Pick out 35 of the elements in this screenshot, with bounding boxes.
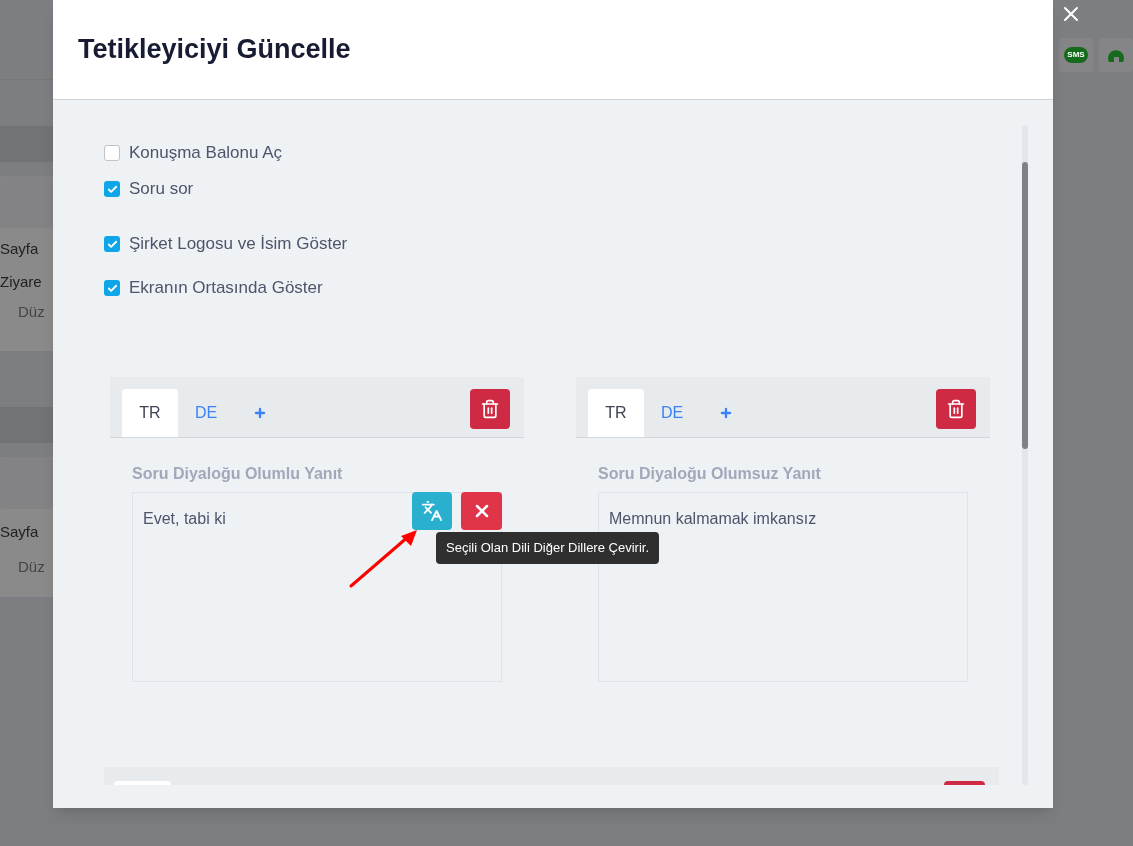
background-text: Sayfa [0,239,40,259]
option-label: Şirket Logosu ve İsim Göster [129,233,348,256]
sms-icon: SMS [1064,47,1088,63]
checkbox[interactable] [104,280,120,296]
language-tab[interactable]: TR [122,389,178,437]
checkbox[interactable] [104,236,120,252]
option-label: Konuşma Balonu Aç [129,142,283,165]
field-label: Soru Diyaloğu Olumsuz Yanıt [598,464,822,484]
background-text: Ziyare [0,271,43,292]
language-tab[interactable]: TR [588,389,644,437]
check-icon [106,183,118,195]
translate-button[interactable] [412,492,452,530]
plus-icon [253,406,267,420]
background-text: Düz [18,302,46,322]
trash-icon [946,399,966,419]
background-text: Sayfa [0,522,40,542]
checkbox[interactable] [104,181,120,197]
trash-icon [480,399,500,419]
background-text: Düz [18,556,46,577]
dialog-title: Tetikleyiciyi Güncelle [78,33,351,67]
checkbox[interactable] [104,145,120,161]
tooltip: Seçili Olan Dili Diğer Dillere Çevirir. [436,532,659,564]
option-label: Ekranın Ortasında Göster [129,277,323,300]
clear-button[interactable] [461,492,502,530]
translate-icon [421,500,443,522]
icon-button[interactable] [1099,38,1133,72]
delete-button[interactable] [936,389,976,429]
option-label: Soru sor [129,178,194,201]
plus-icon [719,406,733,420]
delete-button[interactable] [470,389,510,429]
check-icon [106,282,118,294]
check-icon [106,238,118,250]
arrow-annotation [349,528,419,588]
field-label: Soru Diyaloğu Olumlu Yanıt [132,464,344,484]
sms-button[interactable]: SMS [1059,38,1093,72]
